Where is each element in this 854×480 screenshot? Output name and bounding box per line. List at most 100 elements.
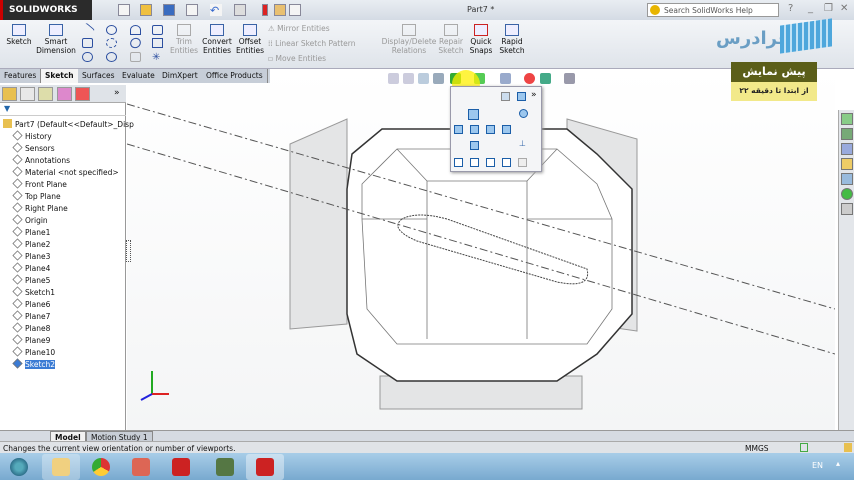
file-properties-icon[interactable] <box>274 4 286 16</box>
tree-item-top-plane[interactable]: Top Plane <box>12 190 61 201</box>
normal-to-icon[interactable] <box>501 92 510 101</box>
rectangle-tool[interactable] <box>82 38 93 48</box>
more-icon[interactable]: » <box>531 90 537 100</box>
left-view-icon[interactable] <box>470 125 479 134</box>
design-library-icon[interactable] <box>841 128 853 140</box>
taskbar-chrome[interactable] <box>82 454 120 480</box>
appearances-icon[interactable] <box>841 173 853 185</box>
zoom-to-fit-icon[interactable] <box>388 73 399 84</box>
circle-tool[interactable] <box>106 25 117 35</box>
tab-dimxpert[interactable]: DimXpert <box>158 69 203 83</box>
minimize-button[interactable]: _ <box>808 3 813 14</box>
tree-item-plane9[interactable]: Plane9 <box>12 334 50 345</box>
help-button[interactable]: ? <box>788 3 793 14</box>
sketch-button[interactable]: Sketch <box>4 24 34 46</box>
tree-item-plane4[interactable]: Plane4 <box>12 262 50 273</box>
hide-show-items-icon[interactable] <box>500 73 511 84</box>
tree-item-history[interactable]: History <box>12 130 52 141</box>
panel-splitter[interactable] <box>126 240 131 262</box>
resources-icon[interactable] <box>841 113 853 125</box>
top-view-icon[interactable] <box>502 125 511 134</box>
search-input[interactable]: Search SolidWorks Help <box>647 3 779 17</box>
select-icon[interactable] <box>234 4 246 16</box>
displaymanager-tab[interactable] <box>75 87 90 101</box>
tab-office-products[interactable]: Office Products <box>202 69 268 83</box>
edit-appearance-icon[interactable] <box>524 73 535 84</box>
move-entities-button[interactable]: ▫ Move Entities <box>268 54 326 63</box>
solidworks-logo[interactable]: SOLIDWORKS <box>0 0 92 20</box>
grid-tool[interactable] <box>152 25 163 35</box>
two-view-horizontal-icon[interactable] <box>470 158 479 167</box>
tab-surfaces[interactable]: Surfaces <box>78 69 120 83</box>
tree-item-right-plane[interactable]: Right Plane <box>12 202 68 213</box>
custom-properties-icon[interactable] <box>841 188 853 200</box>
rebuild-icon[interactable] <box>262 4 268 16</box>
tree-item-plane3[interactable]: Plane3 <box>12 250 50 261</box>
tree-item-front-plane[interactable]: Front Plane <box>12 178 67 189</box>
propertymanager-tab[interactable] <box>20 87 35 101</box>
back-view-icon[interactable] <box>454 125 463 134</box>
tree-item-sensors[interactable]: Sensors <box>12 142 55 153</box>
section-view-icon[interactable] <box>433 73 444 84</box>
start-button[interactable] <box>0 454 38 480</box>
dimetric-icon[interactable]: ⊥ <box>519 139 526 148</box>
help-status-icon[interactable] <box>800 443 808 452</box>
tab-sketch[interactable]: Sketch <box>41 69 79 83</box>
tree-item-plane8[interactable]: Plane8 <box>12 322 50 333</box>
previous-view-icon[interactable] <box>418 73 429 84</box>
front-view-icon[interactable] <box>468 109 479 120</box>
view-settings-icon[interactable] <box>564 73 575 84</box>
right-view-icon[interactable] <box>486 125 495 134</box>
open-icon[interactable] <box>140 4 152 16</box>
slot-tool[interactable] <box>82 52 93 62</box>
convert-entities-button[interactable]: Convert Entities <box>201 24 233 55</box>
spline-tool[interactable] <box>130 25 141 35</box>
link-views-icon[interactable] <box>518 158 527 167</box>
new-document-icon[interactable] <box>118 4 130 16</box>
tree-root[interactable]: Part7 (Default<<Default>_Disp <box>3 119 134 129</box>
units-selector[interactable]: MMGS <box>745 444 769 453</box>
line-tool[interactable] <box>80 22 95 38</box>
tree-item-plane6[interactable]: Plane6 <box>12 298 50 309</box>
dimxpertmanager-tab[interactable] <box>57 87 72 101</box>
show-hidden-icons[interactable]: ▴ <box>836 459 840 468</box>
tab-evaluate[interactable]: Evaluate <box>118 69 160 83</box>
single-view-icon[interactable] <box>454 158 463 167</box>
filter-icon[interactable]: ▼ <box>0 104 126 116</box>
taskbar-powerpoint[interactable] <box>122 454 160 480</box>
print-icon[interactable] <box>186 4 198 16</box>
fillet-tool[interactable] <box>130 52 141 62</box>
view-selector-icon[interactable] <box>517 92 526 101</box>
options-icon[interactable] <box>289 4 301 16</box>
two-view-vertical-icon[interactable] <box>486 158 495 167</box>
close-button[interactable]: ✕ <box>840 3 848 14</box>
mirror-entities-button[interactable]: ⚠ Mirror Entities <box>268 24 330 33</box>
display-delete-relations-button[interactable]: Display/Delete Relations <box>380 24 438 55</box>
repair-sketch-button[interactable]: Repair Sketch <box>438 24 464 55</box>
isometric-icon[interactable] <box>519 109 528 118</box>
offset-entities-button[interactable]: Offset Entities <box>235 24 265 55</box>
point-tool[interactable]: ✳ <box>152 52 163 63</box>
tree-item-annotations[interactable]: Annotations <box>12 154 70 165</box>
rapid-sketch-button[interactable]: Rapid Sketch <box>498 24 526 55</box>
zoom-area-icon[interactable] <box>403 73 414 84</box>
arc-tool[interactable] <box>106 38 117 48</box>
bottom-view-icon[interactable] <box>470 141 479 150</box>
text-tool[interactable] <box>152 38 163 48</box>
undo-icon[interactable]: ↶ <box>210 4 222 17</box>
tree-item-origin[interactable]: Origin <box>12 214 48 225</box>
expand-icon[interactable]: » <box>114 88 120 98</box>
smart-dimension-button[interactable]: Smart Dimension <box>36 24 76 55</box>
save-icon[interactable] <box>163 4 175 16</box>
file-explorer-icon[interactable] <box>841 143 853 155</box>
apply-scene-icon[interactable] <box>540 73 551 84</box>
language-indicator[interactable]: EN <box>812 461 823 470</box>
restore-button[interactable]: ❐ <box>824 3 833 14</box>
taskbar-explorer[interactable] <box>42 454 80 480</box>
tab-features[interactable]: Features <box>0 69 42 83</box>
configurationmanager-tab[interactable] <box>38 87 53 101</box>
tree-item-material-not-specified[interactable]: Material <not specified> <box>12 166 119 177</box>
tree-item-sketch1[interactable]: Sketch1 <box>12 286 55 297</box>
quick-snaps-button[interactable]: Quick Snaps <box>468 24 494 55</box>
tree-item-plane1[interactable]: Plane1 <box>12 226 50 237</box>
